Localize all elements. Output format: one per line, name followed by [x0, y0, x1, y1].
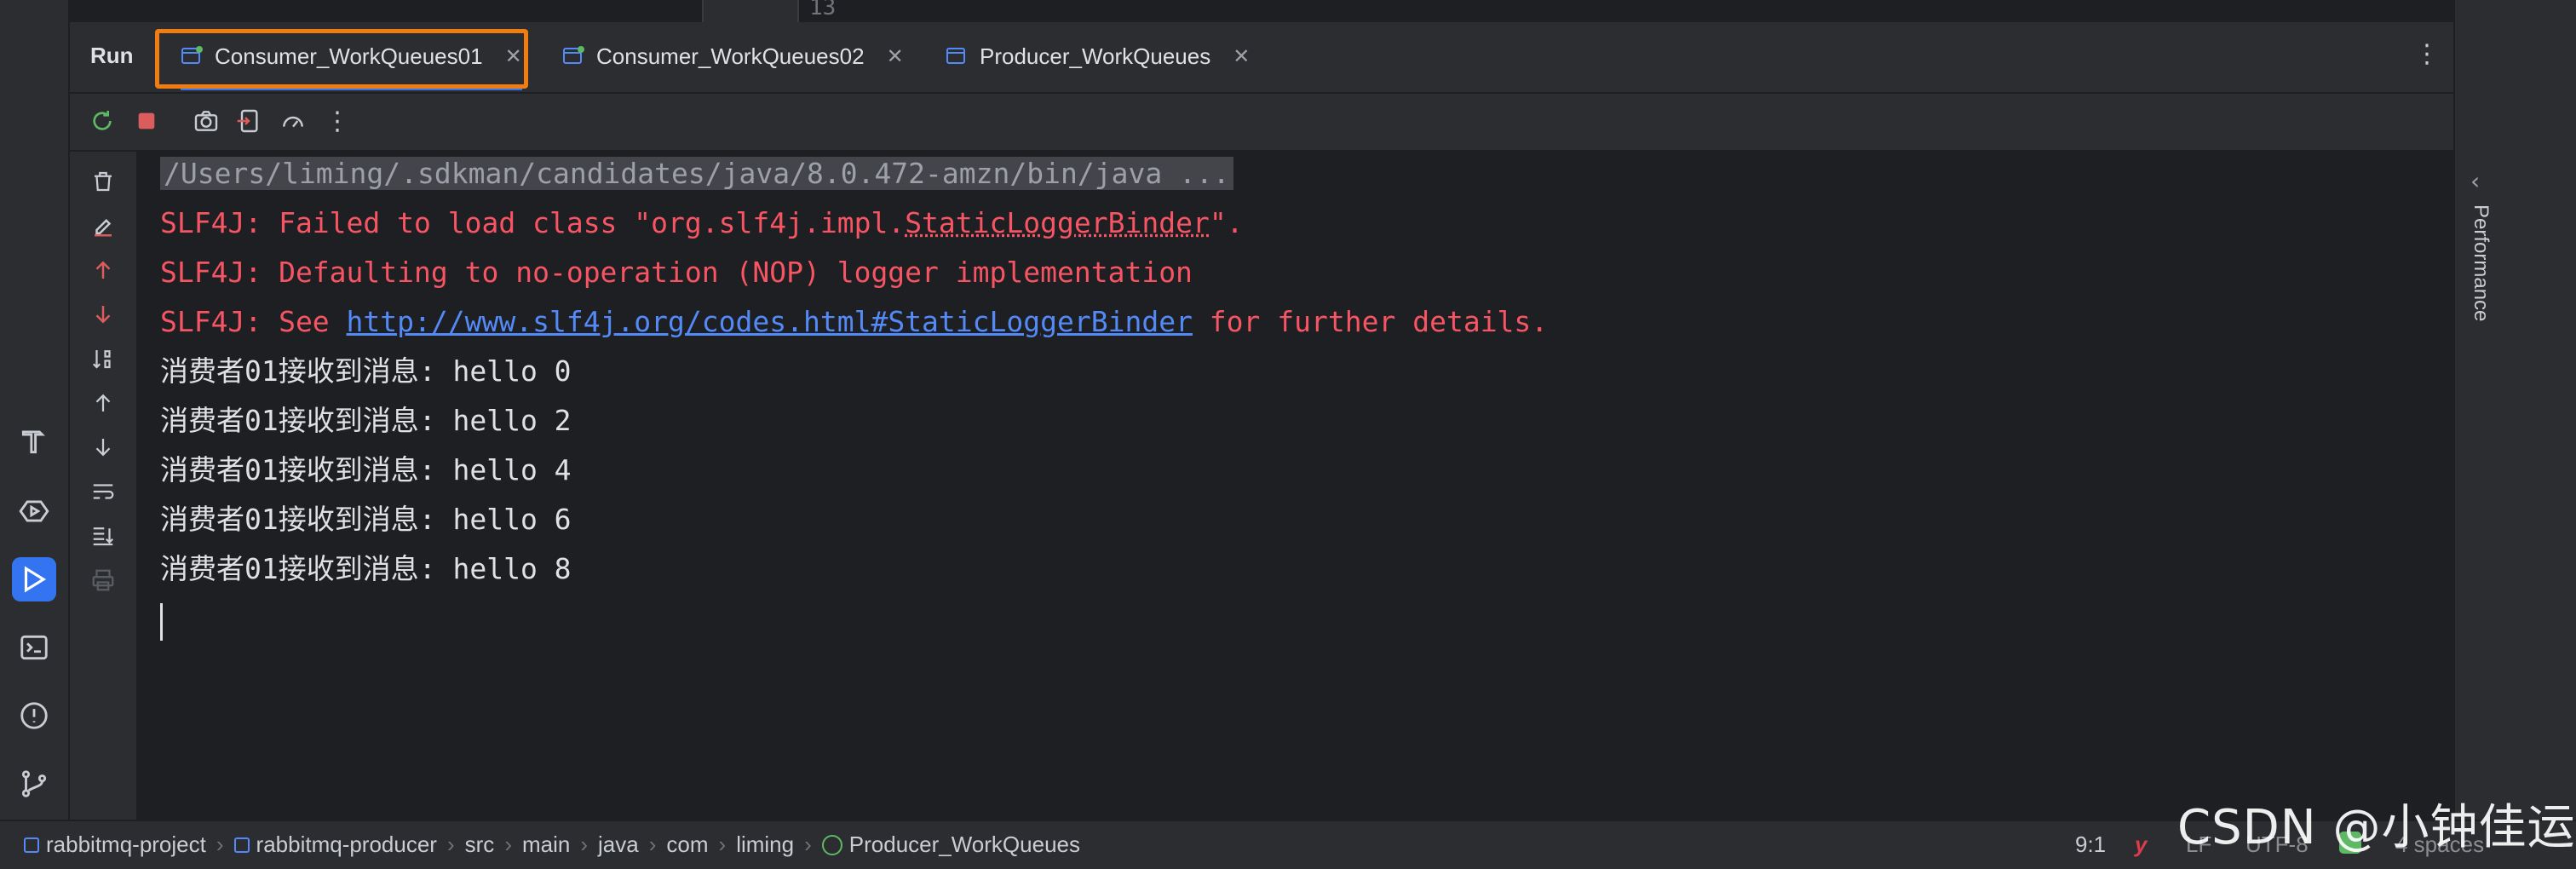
class-icon	[822, 835, 842, 855]
git-branch-icon[interactable]	[12, 762, 56, 806]
right-tool-strip: ‹ Performance	[2453, 0, 2508, 820]
tab-producer-workqueues[interactable]: Producer_WorkQueues ✕	[946, 22, 1250, 90]
camera-icon[interactable]	[189, 104, 223, 138]
class-name: StaticLoggerBinder	[905, 206, 1210, 239]
run-tool-icon[interactable]	[12, 557, 56, 601]
down-arrow-icon[interactable]	[87, 431, 119, 463]
command-line-text: /Users/liming/.sdkman/candidates/java/8.…	[160, 157, 1233, 190]
module-icon	[234, 837, 250, 853]
sort-icon[interactable]	[87, 342, 119, 375]
breadcrumb-item[interactable]: Producer_WorkQueues	[849, 832, 1080, 858]
print-icon	[87, 564, 119, 596]
far-right-strip	[2506, 0, 2576, 820]
error-text-suffix: ".	[1210, 206, 1244, 239]
message-line: 消费者01接收到消息: hello 4	[160, 452, 572, 489]
rerun-icon[interactable]	[85, 104, 119, 138]
run-panel-title: Run	[90, 43, 134, 69]
chevron-right-icon: ›	[649, 832, 657, 858]
next-error-icon[interactable]	[87, 298, 119, 331]
cursor-position[interactable]: 9:1	[2075, 832, 2106, 858]
slf4j-error-line-2: SLF4J: Defaulting to no-operation (NOP) …	[160, 254, 1193, 291]
more-vertical-icon[interactable]: ⋮	[2414, 39, 2440, 69]
terminal-icon[interactable]	[12, 625, 56, 670]
slf4j-error-line-1: SLF4J: Failed to load class "org.slf4j.i…	[160, 204, 1244, 242]
exit-icon[interactable]	[232, 104, 266, 138]
editor-area: 13	[70, 0, 2453, 22]
up-arrow-icon[interactable]	[87, 387, 119, 419]
close-icon[interactable]: ✕	[1233, 44, 1250, 69]
breadcrumb-item[interactable]: liming	[736, 832, 794, 858]
command-line: /Users/liming/.sdkman/candidates/java/8.…	[160, 155, 1233, 193]
trash-icon[interactable]	[87, 165, 119, 198]
problems-icon[interactable]	[12, 693, 56, 738]
breadcrumb: rabbitmq-project › rabbitmq-producer › s…	[24, 832, 1080, 858]
error-text: SLF4J: See	[160, 305, 347, 338]
breadcrumb-item[interactable]: java	[598, 832, 639, 858]
selected-tab-highlight	[155, 29, 528, 89]
run-toolbar: ⋮	[70, 94, 2453, 152]
breadcrumb-item[interactable]: src	[465, 832, 495, 858]
chevron-right-icon: ›	[719, 832, 727, 858]
console-output[interactable]: /Users/liming/.sdkman/candidates/java/8.…	[136, 152, 2453, 820]
run-config-icon	[946, 46, 969, 66]
error-text: SLF4J: Failed to load class "org.slf4j.i…	[160, 206, 905, 239]
message-line: 消费者01接收到消息: hello 6	[160, 501, 572, 538]
chevron-right-icon: ›	[216, 832, 224, 858]
stop-icon[interactable]	[129, 104, 164, 138]
profiler-icon[interactable]	[276, 104, 310, 138]
error-text-suffix: for further details.	[1193, 305, 1548, 338]
prev-error-icon[interactable]	[87, 254, 119, 286]
left-tool-strip	[0, 0, 70, 820]
breadcrumb-item[interactable]: rabbitmq-producer	[256, 832, 437, 858]
line-number: 13	[809, 0, 836, 20]
chevron-right-icon: ›	[447, 832, 455, 858]
module-icon	[24, 837, 39, 853]
more-icon[interactable]: ⋮	[320, 104, 354, 138]
performance-panel-button[interactable]: Performance	[2469, 204, 2493, 321]
build-hammer-icon[interactable]	[12, 419, 56, 463]
console-side-toolbar	[70, 152, 136, 820]
breadcrumb-item[interactable]: main	[522, 832, 570, 858]
clear-highlight-icon[interactable]	[87, 210, 119, 242]
slf4j-link[interactable]: http://www.slf4j.org/codes.html#StaticLo…	[347, 305, 1193, 338]
scroll-to-end-icon[interactable]	[87, 520, 119, 552]
chevron-right-icon: ›	[804, 832, 812, 858]
text-caret	[160, 603, 163, 641]
services-icon[interactable]	[12, 489, 56, 533]
tab-label: Producer_WorkQueues	[980, 43, 1210, 70]
chevron-left-icon[interactable]: ‹	[2470, 167, 2480, 195]
chevron-right-icon: ›	[580, 832, 588, 858]
message-line: 消费者01接收到消息: hello 2	[160, 402, 572, 440]
run-config-icon	[562, 46, 586, 66]
breadcrumb-item[interactable]: com	[666, 832, 708, 858]
watermark: CSDN @小钟佳运	[2177, 789, 2575, 858]
close-icon[interactable]: ✕	[887, 44, 904, 69]
breadcrumb-item[interactable]: rabbitmq-project	[46, 832, 206, 858]
message-line: 消费者01接收到消息: hello 0	[160, 353, 572, 390]
slf4j-error-line-3: SLF4J: See http://www.slf4j.org/codes.ht…	[160, 303, 1548, 341]
soft-wrap-icon[interactable]	[87, 475, 119, 508]
tab-consumer-workqueues02-inner[interactable]: Consumer_WorkQueues02 ✕	[562, 22, 904, 90]
plugin-y-icon[interactable]: y	[2135, 832, 2147, 858]
message-line: 消费者01接收到消息: hello 8	[160, 550, 572, 588]
editor-gutter	[702, 0, 799, 22]
tab-label: Consumer_WorkQueues02	[596, 43, 865, 70]
chevron-right-icon: ›	[504, 832, 512, 858]
